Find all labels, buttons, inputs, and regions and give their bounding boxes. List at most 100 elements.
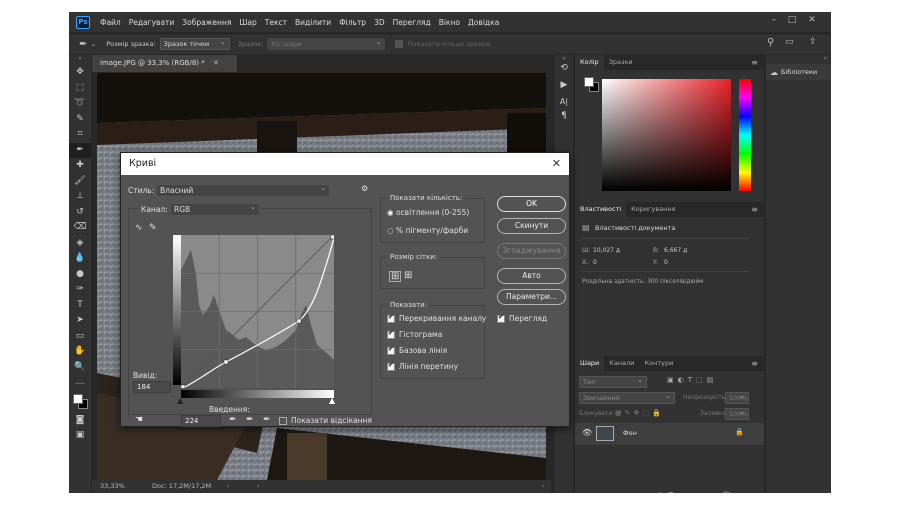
eyedropper-tool-icon[interactable]: ✒: [69, 142, 91, 158]
input-field[interactable]: 224: [181, 415, 221, 427]
brush-tool-icon[interactable]: 🖌: [69, 174, 91, 190]
status-menu-chevron-icon[interactable]: ›: [227, 480, 230, 493]
search-icon[interactable]: ⚲: [767, 37, 774, 48]
output-field[interactable]: 184: [133, 381, 171, 393]
paint-bucket-tool-icon[interactable]: ◈: [69, 236, 91, 252]
simple-grid-icon[interactable]: ⊞: [389, 271, 402, 282]
close-window-button[interactable]: ✕: [805, 15, 819, 27]
menu-window[interactable]: Вікно: [435, 18, 464, 27]
foreground-color-swatch[interactable]: [73, 393, 83, 404]
eraser-tool-icon[interactable]: ⌫: [69, 220, 91, 236]
paragraph-panel-icon[interactable]: ¶: [555, 111, 573, 128]
lasso-tool-icon[interactable]: ➰: [69, 96, 91, 112]
show-baseline-checkbox[interactable]: [387, 345, 395, 355]
lock-icons[interactable]: ▦✎✥⬚🔒: [615, 409, 664, 417]
history-panel-icon[interactable]: ⟲: [555, 63, 573, 80]
layers-bottom-icons[interactable]: ⚭ƒ◘◑▢⊞🗑: [645, 491, 738, 493]
menu-image[interactable]: Зображення: [178, 18, 235, 27]
x-value[interactable]: 0: [593, 259, 597, 266]
hand-tool-icon[interactable]: ✋: [69, 344, 91, 360]
document-tab[interactable]: image.JPG @ 33,3% (RGB/8) * ✕: [92, 55, 237, 72]
tab-layers[interactable]: Шари: [575, 356, 605, 371]
tab-channels[interactable]: Канали: [604, 356, 639, 371]
layer-name[interactable]: Фон: [623, 429, 637, 437]
eye-visibility-icon[interactable]: 👁: [582, 428, 592, 437]
ok-button[interactable]: OK: [497, 196, 566, 212]
menu-3d[interactable]: 3D: [370, 18, 389, 27]
screen-mode-icon[interactable]: ▣: [69, 428, 91, 444]
pigment-option-row[interactable]: ○ % пігменту/фарби: [387, 226, 468, 235]
show-overlay-checkbox[interactable]: [387, 313, 395, 323]
color-panel-foreground-swatch[interactable]: [584, 77, 594, 87]
show-intersection-checkbox[interactable]: [387, 361, 395, 371]
menu-view[interactable]: Перегляд: [389, 18, 435, 27]
healing-brush-tool-icon[interactable]: ✚: [69, 158, 91, 174]
clone-stamp-tool-icon[interactable]: ⊥: [69, 189, 91, 205]
actions-panel-icon[interactable]: ▶: [555, 80, 573, 97]
share-icon[interactable]: ⇪: [809, 37, 817, 47]
show-clipping-checkbox[interactable]: [279, 417, 287, 425]
menu-filter[interactable]: Фільтр: [335, 18, 370, 27]
preview-checkbox[interactable]: [497, 313, 505, 323]
channel-select[interactable]: RGB: [170, 202, 260, 216]
collapse-toolbar-icon[interactable]: »: [69, 55, 91, 65]
black-eyedropper-icon[interactable]: ✒: [229, 415, 237, 425]
preset-options-gear-icon[interactable]: ⚙: [361, 184, 368, 193]
gray-eyedropper-icon[interactable]: ✒: [246, 415, 254, 425]
show-histogram-checkbox[interactable]: [387, 329, 395, 339]
reset-button[interactable]: Скинути: [497, 218, 566, 234]
layers-menu-icon[interactable]: ≡: [751, 356, 758, 371]
collapse-strip-icon[interactable]: «: [555, 55, 573, 63]
preset-select[interactable]: Власний: [156, 183, 330, 197]
crop-tool-icon[interactable]: ⌗: [69, 127, 91, 143]
tab-paths[interactable]: Контури: [640, 356, 679, 371]
detailed-grid-icon[interactable]: ⊞: [404, 271, 412, 281]
zoom-level[interactable]: 33,33%: [100, 480, 125, 493]
scroll-left-icon[interactable]: ‹: [257, 480, 260, 493]
blend-mode-select[interactable]: Звичайний: [579, 391, 675, 404]
tab-adjustments[interactable]: Коригування: [626, 202, 680, 217]
curve-points-tool-icon[interactable]: ∿: [135, 223, 143, 233]
menu-type[interactable]: Текст: [261, 18, 291, 27]
tool-preset-chevron-icon[interactable]: ⌄: [90, 40, 96, 48]
character-panel-icon[interactable]: A|: [555, 97, 573, 111]
eyedropper-tool-icon[interactable]: ✒: [79, 39, 87, 50]
menu-layer[interactable]: Шар: [235, 18, 260, 27]
smooth-button[interactable]: Згладжування: [497, 243, 566, 259]
pen-tool-icon[interactable]: ✑: [69, 282, 91, 298]
target-adjustment-tool-icon[interactable]: ☚: [135, 415, 143, 425]
menu-file[interactable]: Файл: [96, 18, 125, 27]
scroll-right-icon[interactable]: ›: [542, 480, 545, 493]
height-value[interactable]: 6,667 д: [664, 247, 687, 254]
width-value[interactable]: 10,027 д: [593, 247, 620, 254]
properties-menu-icon[interactable]: ≡: [751, 202, 758, 217]
y-value[interactable]: 0: [664, 259, 668, 266]
options-button[interactable]: Параметри...: [497, 289, 566, 305]
auto-button[interactable]: Авто: [497, 268, 566, 284]
layer-row[interactable]: 👁 Фон 🔒: [575, 423, 764, 445]
white-eyedropper-icon[interactable]: ✒: [263, 415, 271, 425]
dialog-close-icon[interactable]: ✕: [552, 153, 561, 175]
minimize-button[interactable]: –: [767, 15, 781, 27]
tab-properties[interactable]: Властивості: [575, 202, 627, 217]
light-option-row[interactable]: ◉ освітлення (0-255): [387, 208, 469, 217]
saturation-brightness-field[interactable]: [602, 79, 731, 191]
zoom-tool-icon[interactable]: 🔍: [69, 360, 91, 376]
dodge-tool-icon[interactable]: ●: [69, 267, 91, 283]
blur-tool-icon[interactable]: 💧: [69, 251, 91, 267]
quick-mask-icon[interactable]: ◙: [69, 413, 91, 429]
workspace-icon[interactable]: ▭: [785, 37, 794, 47]
move-tool-icon[interactable]: ✥: [69, 65, 91, 81]
sample-select[interactable]: Усі шари: [267, 37, 386, 50]
more-tools-icon[interactable]: …: [69, 375, 91, 391]
quick-selection-tool-icon[interactable]: ✎: [69, 112, 91, 128]
libraries-button[interactable]: ☁ Бібліотеки: [766, 64, 831, 80]
hue-slider[interactable]: [739, 79, 751, 191]
color-panel-menu-icon[interactable]: ≡: [751, 55, 758, 70]
opacity-value[interactable]: 100%: [725, 391, 749, 404]
shape-tool-icon[interactable]: ▭: [69, 329, 91, 345]
fill-value[interactable]: 100%: [725, 407, 749, 420]
collapse-libraries-icon[interactable]: «: [766, 55, 831, 64]
tab-color[interactable]: Колір: [575, 55, 604, 70]
layer-filter-icons[interactable]: ▣◐T⬚▤: [667, 376, 717, 384]
